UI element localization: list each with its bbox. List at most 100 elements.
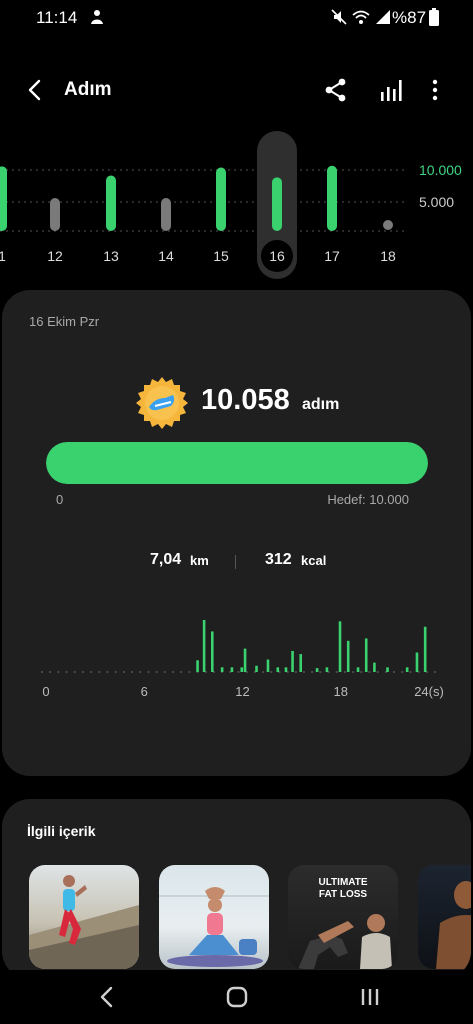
steps-count: 10.058 <box>201 384 290 416</box>
distance-value: 7,04 <box>150 551 182 568</box>
daily-steps-svg: 1 12 13 14 15 16 17 18 <box>0 131 408 279</box>
hour-baseline-dot <box>352 671 355 673</box>
hour-baseline-dot <box>90 671 93 673</box>
back-arrow-icon[interactable] <box>22 76 50 104</box>
hour-bar <box>386 667 389 672</box>
calorie-value: 312 <box>265 551 292 568</box>
hour-bar <box>240 667 244 672</box>
day-bar[interactable] <box>0 166 7 231</box>
steps-progress-bar <box>46 442 428 484</box>
hour-baseline-dot <box>155 671 158 673</box>
hour-bar <box>356 667 360 672</box>
hour-baseline-dot <box>81 671 84 673</box>
hour-baseline-dot <box>311 671 314 673</box>
steps-progress-fill <box>46 442 428 484</box>
nav-back-icon[interactable] <box>92 982 122 1012</box>
distance-unit: km <box>190 553 209 568</box>
day-bar[interactable] <box>272 177 282 231</box>
hour-baseline-dot <box>409 671 412 673</box>
hour-baseline-dot <box>172 671 174 673</box>
yoga-woman-image <box>159 887 269 967</box>
stat-divider <box>235 555 236 569</box>
related-item-1[interactable] <box>159 865 269 969</box>
day-bar[interactable] <box>50 198 60 231</box>
hour-baseline-dot <box>49 671 52 673</box>
related-item-3[interactable] <box>418 865 471 969</box>
day-bar-empty[interactable] <box>383 220 393 230</box>
date-label: 16 Ekim Pzr <box>29 314 100 329</box>
hour-bar <box>230 667 234 672</box>
hour-baseline-dot <box>368 671 371 673</box>
hour-bar <box>299 654 303 672</box>
bar-chart-icon[interactable] <box>377 76 405 104</box>
day-label[interactable]: 17 <box>324 248 340 264</box>
hour-tick-label: 12 <box>235 684 249 699</box>
day-label[interactable]: 16 <box>269 248 285 264</box>
day-bar[interactable] <box>216 167 226 231</box>
hour-baseline-dot <box>180 671 183 673</box>
hour-baseline-dot <box>98 671 101 673</box>
hour-tick-label: 0 <box>42 684 49 699</box>
day-bar[interactable] <box>161 198 171 231</box>
hour-baseline-dot <box>376 671 379 673</box>
hour-bar <box>315 668 319 672</box>
hour-bar <box>338 621 342 672</box>
hour-bar <box>266 659 270 672</box>
signal-icon <box>376 10 390 24</box>
related-item-2[interactable]: ULTIMATE FAT LOSS <box>288 865 398 969</box>
battery-icon <box>429 8 439 26</box>
day-label[interactable]: 13 <box>103 248 119 264</box>
daily-steps-chart[interactable]: 1 12 13 14 15 16 17 18 10.000 5.000 <box>0 128 473 280</box>
related-content-title: İlgili içerik <box>27 823 96 839</box>
nav-recents-icon[interactable] <box>355 982 385 1012</box>
hour-baseline-dot <box>147 671 150 673</box>
more-vertical-icon[interactable] <box>421 76 449 104</box>
goal-line-label: 10.000 <box>419 162 462 178</box>
hour-baseline-dot <box>163 671 166 673</box>
hour-bar <box>202 620 206 672</box>
day-bar[interactable] <box>327 165 337 231</box>
hour-bar <box>364 638 368 672</box>
hour-baseline-dot <box>65 671 68 673</box>
hour-bar <box>291 650 294 672</box>
day-bar[interactable] <box>106 175 116 231</box>
related-item-2-caption-line: FAT LOSS <box>318 889 368 900</box>
related-content-card: İlgili içerik ULTIMATE FAT LOSS <box>2 799 471 979</box>
hour-tick-label: 18 <box>334 684 348 699</box>
related-item-2-caption-line: ULTIMATE <box>318 877 368 888</box>
hourly-steps-chart: 0 6 12 18 24(s) <box>41 620 444 699</box>
calorie-unit: kcal <box>301 553 327 568</box>
mute-icon <box>331 9 347 25</box>
day-label[interactable]: 18 <box>380 248 396 264</box>
hour-baseline-dot <box>139 671 142 673</box>
runner-woman-image <box>29 875 139 969</box>
day-label[interactable]: 12 <box>47 248 63 264</box>
hour-bar <box>284 667 288 672</box>
hour-baseline-dot <box>401 671 404 673</box>
nav-home-icon[interactable] <box>222 982 252 1012</box>
hour-baseline-dot <box>270 671 273 673</box>
hour-bar <box>325 667 329 672</box>
day-label[interactable]: 15 <box>213 248 229 264</box>
fitness-man-image <box>436 881 471 969</box>
page-title: Adım <box>64 79 112 100</box>
hour-baseline-dot <box>41 671 43 673</box>
battery-percent: %87 <box>392 8 427 27</box>
hour-baseline-dot <box>114 671 117 673</box>
hour-bar <box>415 652 419 672</box>
hour-baseline-dot <box>131 671 134 673</box>
hour-baseline-dot <box>335 671 338 673</box>
hour-baseline-dot <box>73 671 76 673</box>
hour-bar <box>196 660 199 672</box>
hour-baseline-dot <box>434 671 436 673</box>
day-label[interactable]: 1 <box>0 248 6 264</box>
related-item-0[interactable] <box>29 865 139 969</box>
day-label[interactable]: 14 <box>158 248 174 264</box>
hour-baseline-dot <box>319 671 322 673</box>
app-header: Adım <box>0 60 473 120</box>
related-item-2-caption: ULTIMATE FAT LOSS <box>288 877 398 901</box>
share-icon[interactable] <box>322 76 350 104</box>
hour-baseline-dot <box>360 671 363 673</box>
hour-bar <box>405 667 409 672</box>
progress-min-label: 0 <box>56 492 64 507</box>
